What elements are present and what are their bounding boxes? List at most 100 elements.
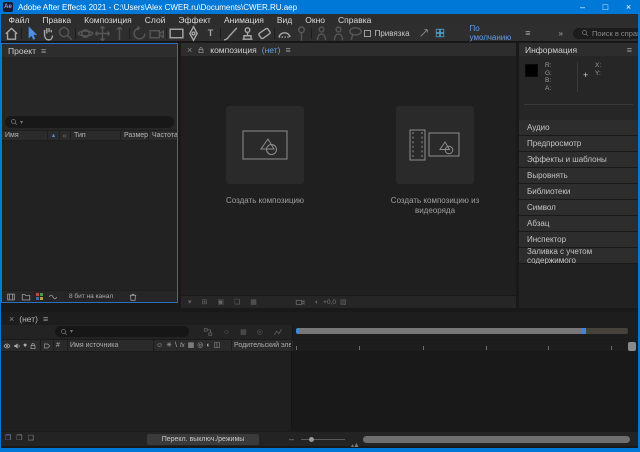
workspace-selector[interactable]: По умолчанию	[470, 24, 520, 42]
fx-icon[interactable]: fx	[180, 343, 185, 349]
region-of-interest-icon[interactable]: ❏	[234, 299, 240, 306]
solo-icon[interactable]: ●	[23, 342, 27, 349]
work-area-bar[interactable]	[296, 328, 628, 334]
fast-previews-icon[interactable]: ▧	[340, 299, 347, 306]
exposure-reset-icon[interactable]: ◐	[315, 299, 319, 306]
composition-panel-tab[interactable]: × композиция (нет) ≡	[181, 43, 516, 56]
home-tool[interactable]	[3, 26, 20, 40]
video-eye-icon[interactable]	[3, 342, 11, 350]
expand-in-out-icon[interactable]: ❑	[28, 435, 34, 442]
column-type[interactable]: Тип	[71, 131, 121, 140]
menu-item[interactable]: Слой	[138, 15, 172, 25]
new-composition-button[interactable]: Создать композицию	[215, 106, 315, 206]
frame-blending-icon[interactable]: ▦	[240, 327, 247, 337]
hide-shy-layers-icon[interactable]: ☺	[223, 327, 230, 337]
pan-camera-tool[interactable]	[94, 26, 111, 40]
graph-editor-icon[interactable]	[273, 327, 283, 337]
interpret-footage-icon[interactable]	[6, 292, 16, 302]
safe-zones-icon[interactable]: ⊞	[202, 299, 208, 306]
close-button[interactable]: ×	[617, 0, 640, 14]
workspace-menu-icon[interactable]: ≡	[525, 28, 530, 38]
expand-layer-switches-icon[interactable]: ❐	[5, 435, 11, 442]
mask-visibility-icon[interactable]: ▣	[217, 299, 224, 306]
frame-blend-icon[interactable]: ▦	[188, 342, 195, 349]
info-panel-tab[interactable]: Информация ≡	[519, 43, 638, 56]
panel-header-align[interactable]: Выровнять	[519, 168, 638, 184]
parent-column[interactable]: Родительский элемент ...	[232, 340, 292, 351]
project-panel-tab[interactable]: Проект ≡	[2, 44, 177, 57]
eraser-tool[interactable]	[256, 26, 273, 40]
project-search-input[interactable]: ▾	[5, 116, 174, 128]
menu-item[interactable]: Файл	[2, 15, 36, 25]
composition-mini-flowchart-icon[interactable]	[203, 327, 213, 337]
sort-ascending-icon[interactable]: ▲	[48, 131, 60, 140]
snap-options-icon[interactable]	[419, 28, 429, 38]
panel-header-preview[interactable]: Предпросмотр	[519, 136, 638, 152]
horizontal-scrollbar[interactable]	[363, 436, 630, 443]
close-tab-icon[interactable]: ×	[187, 45, 192, 55]
expand-transfer-controls-icon[interactable]: ❒	[16, 435, 22, 442]
zoom-out-icon[interactable]: –	[289, 434, 294, 444]
lock-icon[interactable]	[197, 46, 205, 54]
orbit-camera-tool[interactable]	[77, 26, 94, 40]
brush-tool[interactable]	[222, 26, 239, 40]
exposure-value[interactable]: +0,0	[323, 299, 336, 306]
project-settings-icon[interactable]	[36, 292, 43, 302]
column-size[interactable]: Размер	[121, 131, 149, 140]
transparency-grid-icon[interactable]: ▦	[250, 299, 257, 306]
panel-header-paragraph[interactable]: Абзац	[519, 216, 638, 232]
label-color-icon[interactable]	[60, 131, 71, 140]
lock-icon[interactable]	[29, 342, 37, 350]
timeline-search-input[interactable]: ▾	[55, 326, 189, 337]
snap-checkbox[interactable]	[364, 30, 371, 37]
help-search-input[interactable]: Поиск в справке	[573, 28, 640, 39]
selection-tool[interactable]	[23, 26, 40, 40]
track-area[interactable]	[292, 352, 638, 431]
menu-item[interactable]: Вид	[270, 15, 298, 25]
panel-header-content-aware-fill[interactable]: Заливка с учетом содержимого	[519, 248, 638, 264]
adjust-bit-depth-icon[interactable]	[48, 292, 58, 302]
zoom-slider-thumb[interactable]	[309, 437, 314, 442]
source-name-column[interactable]: Имя источника	[68, 340, 154, 351]
menu-item[interactable]: Эффект	[172, 15, 218, 25]
panel-header-libraries[interactable]: Библиотеки	[519, 184, 638, 200]
trash-icon[interactable]	[128, 292, 138, 302]
dolly-camera-tool[interactable]	[111, 26, 128, 40]
clone-stamp-tool[interactable]	[239, 26, 256, 40]
new-folder-icon[interactable]	[21, 292, 31, 302]
column-name[interactable]: Имя	[2, 131, 48, 140]
proportional-grid-icon[interactable]	[435, 28, 445, 38]
panel-menu-icon[interactable]: ≡	[41, 46, 46, 56]
local-axis-mode[interactable]	[313, 26, 330, 40]
camera-tool[interactable]	[148, 26, 165, 40]
audio-icon[interactable]	[13, 342, 21, 350]
comp-marker-bin-icon[interactable]	[628, 342, 636, 351]
bit-depth-label[interactable]: 8 бит на канал	[69, 293, 113, 300]
minimize-button[interactable]: –	[571, 0, 594, 14]
menu-item[interactable]: Правка	[36, 15, 78, 25]
toggle-switches-modes-button[interactable]: Перекл. выключ./режимы	[147, 434, 259, 445]
panel-menu-icon[interactable]: ≡	[627, 45, 632, 55]
adjustment-layer-icon[interactable]: ◐	[206, 342, 210, 349]
menu-item[interactable]: Анимация	[217, 15, 270, 25]
view-axis-mode[interactable]	[347, 26, 364, 40]
roto-brush-tool[interactable]	[276, 26, 293, 40]
collapse-transformations-icon[interactable]: ✳	[166, 342, 172, 349]
world-axis-mode[interactable]	[330, 26, 347, 40]
motion-blur-icon[interactable]: ◎	[257, 327, 263, 337]
panel-menu-icon[interactable]: ≡	[285, 45, 290, 55]
column-rate[interactable]: Частота ...	[149, 131, 177, 140]
type-tool[interactable]: T	[202, 26, 219, 40]
quality-icon[interactable]: \	[175, 342, 177, 349]
search-filter-caret-icon[interactable]: ▾	[20, 119, 23, 126]
puppet-pin-tool[interactable]	[293, 26, 310, 40]
shy-icon[interactable]: ☺	[156, 342, 163, 349]
hand-tool[interactable]	[40, 26, 57, 40]
layer-list-area[interactable]	[1, 352, 292, 431]
panel-menu-icon[interactable]: ≡	[43, 314, 48, 324]
menu-item[interactable]: Справка	[332, 15, 378, 25]
zoom-tool[interactable]	[57, 26, 74, 40]
timeline-tab-label[interactable]: (нет)	[19, 314, 38, 324]
project-item-list[interactable]	[2, 141, 177, 290]
layer-number-column[interactable]: #	[54, 340, 68, 351]
